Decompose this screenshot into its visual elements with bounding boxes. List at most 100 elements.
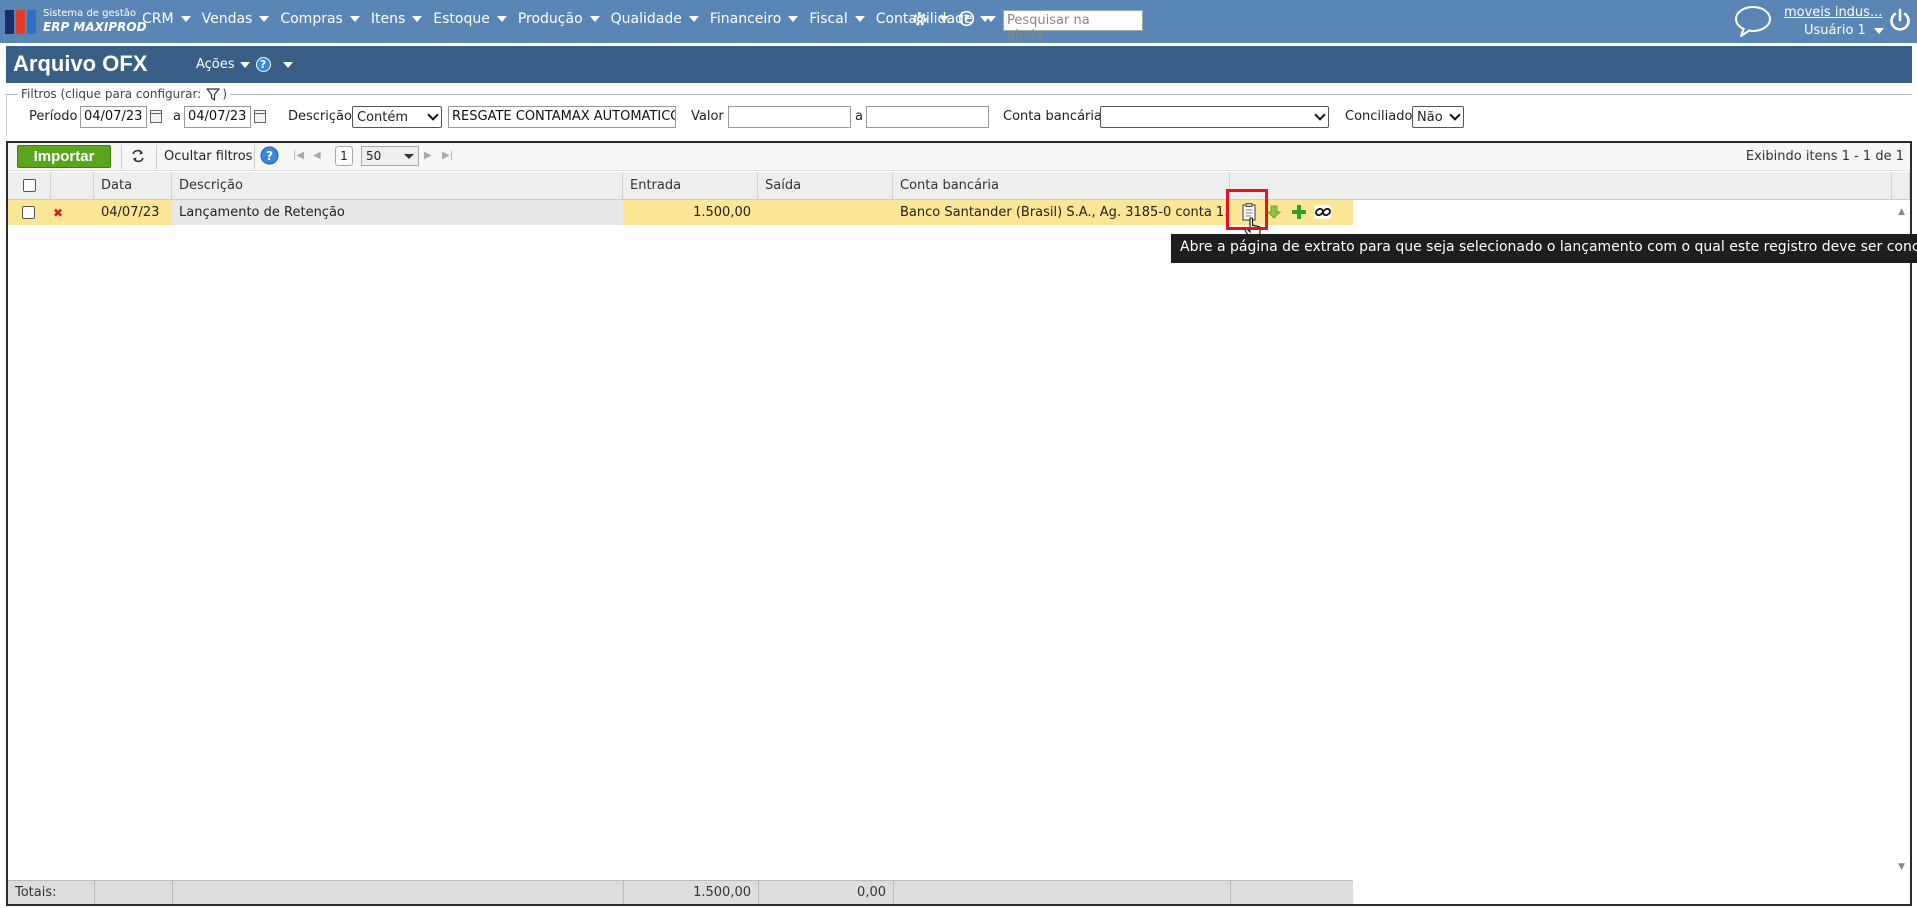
menu-label: Itens <box>370 11 406 27</box>
page-title: Arquivo OFX <box>13 51 148 76</box>
power-icon[interactable] <box>1889 8 1911 36</box>
descricao-mode-select[interactable]: Contém <box>352 106 442 128</box>
menu-crm[interactable]: CRM <box>142 11 191 27</box>
help-menu[interactable]: ? <box>958 10 996 27</box>
valor-from-input[interactable] <box>728 106 851 128</box>
conta-label: Conta bancária <box>1003 109 1102 124</box>
highlight-callout <box>1226 189 1268 230</box>
tooltip: Abre a página de extrato para que seja s… <box>1171 234 1917 263</box>
help-search-input[interactable]: Pesquisar na ajuda... <box>1003 10 1143 43</box>
calendar-icon[interactable] <box>150 110 162 123</box>
svg-text:?: ? <box>964 14 970 25</box>
scrollbar-header <box>1891 172 1910 200</box>
chevron-down-icon <box>412 16 423 22</box>
link-icon[interactable] <box>1314 203 1332 221</box>
chevron-down-icon <box>1873 27 1884 34</box>
logo-block <box>27 10 36 34</box>
column-header-data[interactable]: Data <box>94 172 172 200</box>
scroll-down-icon[interactable]: ▼ <box>1898 862 1905 872</box>
chat-icon[interactable] <box>1733 3 1773 43</box>
app-logo[interactable]: Sistema de gestão ERP MAXIPROD <box>5 6 147 36</box>
menu-label: Qualidade <box>610 11 682 27</box>
periodo-label: Período <box>29 109 78 124</box>
prev-page-icon[interactable]: ◀ <box>313 150 321 161</box>
company-link[interactable]: moveis indus... <box>1784 5 1882 20</box>
conciliado-label: Conciliado <box>1345 109 1413 124</box>
row-select-cell <box>8 200 51 225</box>
current-page[interactable]: 1 <box>335 146 353 166</box>
top-navbar: Sistema de gestão ERP MAXIPROD CRM Venda… <box>0 0 1917 43</box>
next-page-icon[interactable]: ▶ <box>424 150 432 161</box>
menu-fiscal[interactable]: Fiscal <box>809 11 865 27</box>
chevron-down-icon <box>788 16 799 22</box>
select-all-checkbox[interactable] <box>23 179 36 192</box>
valor-to-input[interactable] <box>866 106 989 128</box>
gear-icon <box>913 12 927 26</box>
chevron-down-icon <box>1449 109 1461 121</box>
menu-label: Compras <box>280 11 343 27</box>
question-circle-icon: ? <box>958 10 975 27</box>
row-checkbox[interactable] <box>22 206 35 219</box>
last-page-icon[interactable]: ▶| <box>442 150 453 161</box>
cell-descricao: Lançamento de Retenção <box>172 200 623 225</box>
column-header-saida[interactable]: Saída <box>758 172 893 200</box>
filter-icon <box>206 87 220 101</box>
totals-saida: 0,00 <box>857 885 886 900</box>
menu-qualidade[interactable]: Qualidade <box>611 11 699 27</box>
logo-block <box>5 10 14 34</box>
menu-producao[interactable]: Produção <box>518 11 600 27</box>
page-size-value: 50 <box>366 149 382 163</box>
menu-itens[interactable]: Itens <box>370 11 423 27</box>
filters-legend[interactable]: Filtros (clique para configurar: ) <box>18 87 230 101</box>
chevron-down-icon <box>404 153 414 159</box>
plus-icon[interactable] <box>1290 203 1308 221</box>
descricao-input[interactable]: RESGATE CONTAMAX AUTOMATICO <box>448 106 676 128</box>
chevron-down-icon <box>259 16 270 22</box>
cell-conta: Banco Santander (Brasil) S.A., Ag. 3185-… <box>900 205 1226 220</box>
periodo-from-input[interactable]: 04/07/23 <box>80 106 147 128</box>
select-value: Contém <box>357 109 409 125</box>
menu-estoque[interactable]: Estoque <box>433 11 507 27</box>
column-header-entrada[interactable]: Entrada <box>623 172 758 200</box>
import-button[interactable]: Importar <box>17 145 111 168</box>
column-header-descricao[interactable]: Descrição <box>172 172 623 200</box>
conta-select[interactable] <box>1100 106 1329 128</box>
chevron-down-icon <box>496 16 507 22</box>
chevron-down-icon[interactable] <box>282 61 293 68</box>
column-divider <box>94 880 95 904</box>
periodo-a-label: a <box>173 109 181 124</box>
actions-menu[interactable]: Ações ? <box>196 57 293 72</box>
help-icon[interactable]: ? <box>255 57 271 72</box>
menu-label: CRM <box>142 11 174 27</box>
hide-filters-button[interactable]: Ocultar filtros <box>164 149 252 164</box>
scroll-up-icon[interactable]: ▲ <box>1898 207 1905 217</box>
toolbar-divider <box>156 145 157 169</box>
settings-menu[interactable] <box>911 10 949 28</box>
column-header-conta[interactable]: Conta bancária <box>893 172 1230 200</box>
valor-label: Valor <box>691 109 724 124</box>
logo-block <box>16 10 25 34</box>
menu-label: Financeiro <box>709 11 782 27</box>
chevron-down-icon <box>854 16 865 22</box>
cell-entrada: 1.500,00 <box>693 205 751 220</box>
chevron-down-icon <box>986 15 996 22</box>
refresh-icon <box>132 149 144 163</box>
chevron-down-icon <box>180 16 191 22</box>
menu-financeiro[interactable]: Financeiro <box>709 11 799 27</box>
column-divider <box>1230 880 1231 904</box>
refresh-button[interactable] <box>130 149 146 163</box>
totals-label: Totais: <box>15 885 57 900</box>
periodo-to-input[interactable]: 04/07/23 <box>184 106 251 128</box>
calendar-icon[interactable] <box>254 110 266 123</box>
menu-compras[interactable]: Compras <box>280 11 360 27</box>
conciliado-select[interactable]: Não <box>1412 106 1464 128</box>
user-menu[interactable]: Usuário 1 <box>1804 23 1884 38</box>
first-page-icon[interactable]: |◀ <box>293 150 304 161</box>
svg-text:?: ? <box>266 149 273 163</box>
close-icon[interactable]: ✖ <box>53 206 63 220</box>
grid-help-button[interactable]: ? <box>260 146 279 165</box>
toolbar-divider <box>254 145 255 169</box>
question-circle-icon: ? <box>260 146 279 165</box>
menu-vendas[interactable]: Vendas <box>202 11 270 27</box>
page-size-select[interactable]: 50 <box>361 146 419 166</box>
